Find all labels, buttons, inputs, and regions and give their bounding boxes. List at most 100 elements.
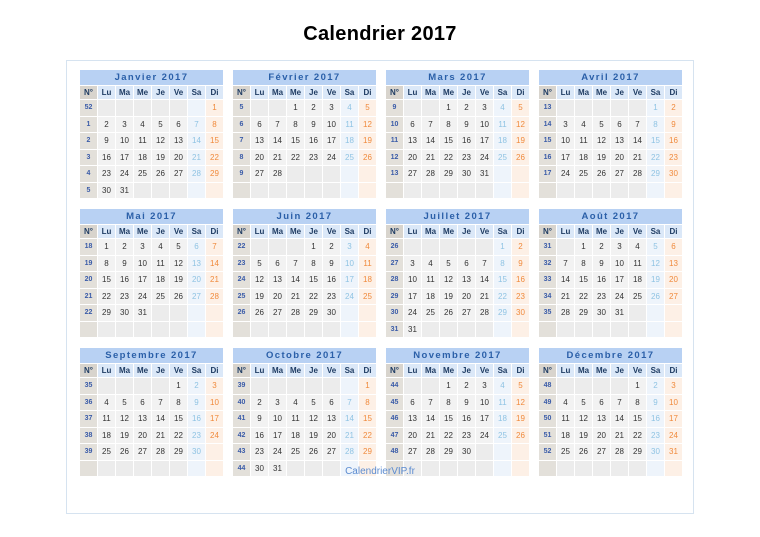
day-cell[interactable]: 19	[439, 287, 458, 305]
day-cell[interactable]: 7	[421, 115, 440, 133]
day-cell[interactable]: 4	[556, 393, 575, 411]
day-cell[interactable]: 29	[97, 304, 116, 322]
day-cell[interactable]: 6	[187, 238, 206, 256]
day-cell[interactable]: 20	[133, 426, 152, 444]
day-cell[interactable]: 22	[628, 426, 647, 444]
day-cell[interactable]: 14	[151, 410, 170, 428]
day-cell[interactable]: 1	[286, 99, 305, 117]
day-cell[interactable]: 12	[439, 271, 458, 289]
day-cell[interactable]: 9	[250, 410, 269, 428]
day-cell[interactable]: 20	[250, 148, 269, 166]
day-cell[interactable]: 21	[187, 148, 206, 166]
day-cell[interactable]: 5	[358, 99, 377, 117]
day-cell[interactable]: 4	[493, 99, 512, 117]
day-cell[interactable]: 27	[457, 304, 476, 322]
day-cell[interactable]: 7	[340, 393, 359, 411]
day-cell[interactable]: 17	[322, 132, 341, 150]
day-cell[interactable]: 2	[457, 377, 476, 395]
day-cell[interactable]: 20	[610, 148, 629, 166]
day-cell[interactable]: 27	[403, 443, 422, 461]
day-cell[interactable]: 22	[205, 148, 224, 166]
day-cell[interactable]: 21	[475, 287, 494, 305]
calendriervip-link[interactable]: CalendrierVIP.fr	[67, 466, 693, 477]
day-cell[interactable]: 5	[511, 377, 530, 395]
day-cell[interactable]: 28	[556, 304, 575, 322]
day-cell[interactable]: 11	[358, 254, 377, 272]
day-cell[interactable]: 2	[187, 377, 206, 395]
day-cell[interactable]: 27	[322, 443, 341, 461]
day-cell[interactable]: 3	[133, 238, 152, 256]
day-cell[interactable]: 30	[646, 443, 665, 461]
day-cell[interactable]: 24	[556, 165, 575, 183]
day-cell[interactable]: 13	[664, 254, 683, 272]
day-cell[interactable]: 6	[133, 393, 152, 411]
day-cell[interactable]: 13	[403, 410, 422, 428]
day-cell[interactable]: 10	[340, 254, 359, 272]
day-cell[interactable]: 3	[268, 393, 287, 411]
day-cell[interactable]: 10	[664, 393, 683, 411]
day-cell[interactable]: 25	[358, 287, 377, 305]
day-cell[interactable]: 15	[628, 410, 647, 428]
day-cell[interactable]: 11	[286, 410, 305, 428]
day-cell[interactable]: 18	[151, 271, 170, 289]
day-cell[interactable]: 3	[664, 377, 683, 395]
day-cell[interactable]: 11	[493, 115, 512, 133]
day-cell[interactable]: 16	[322, 271, 341, 289]
day-cell[interactable]: 22	[97, 287, 116, 305]
day-cell[interactable]: 20	[268, 287, 287, 305]
day-cell[interactable]: 31	[133, 304, 152, 322]
day-cell[interactable]: 16	[457, 132, 476, 150]
day-cell[interactable]: 28	[628, 165, 647, 183]
day-cell[interactable]: 26	[439, 304, 458, 322]
day-cell[interactable]: 14	[205, 254, 224, 272]
day-cell[interactable]: 17	[133, 271, 152, 289]
day-cell[interactable]: 2	[322, 238, 341, 256]
day-cell[interactable]: 15	[205, 132, 224, 150]
day-cell[interactable]: 15	[646, 132, 665, 150]
day-cell[interactable]: 16	[646, 410, 665, 428]
day-cell[interactable]: 8	[439, 393, 458, 411]
day-cell[interactable]: 21	[151, 426, 170, 444]
day-cell[interactable]: 17	[475, 132, 494, 150]
day-cell[interactable]: 13	[322, 410, 341, 428]
day-cell[interactable]: 11	[574, 132, 593, 150]
day-cell[interactable]: 13	[169, 132, 188, 150]
day-cell[interactable]: 26	[646, 287, 665, 305]
day-cell[interactable]: 2	[664, 99, 683, 117]
day-cell[interactable]: 19	[511, 132, 530, 150]
day-cell[interactable]: 18	[340, 132, 359, 150]
day-cell[interactable]: 9	[187, 393, 206, 411]
day-cell[interactable]: 8	[304, 254, 323, 272]
day-cell[interactable]: 10	[610, 254, 629, 272]
day-cell[interactable]: 16	[304, 132, 323, 150]
day-cell[interactable]: 14	[475, 271, 494, 289]
day-cell[interactable]: 15	[439, 132, 458, 150]
day-cell[interactable]: 5	[574, 393, 593, 411]
day-cell[interactable]: 15	[169, 410, 188, 428]
day-cell[interactable]: 7	[268, 115, 287, 133]
day-cell[interactable]: 26	[169, 287, 188, 305]
day-cell[interactable]: 13	[133, 410, 152, 428]
day-cell[interactable]: 20	[457, 287, 476, 305]
day-cell[interactable]: 9	[322, 254, 341, 272]
day-cell[interactable]: 4	[286, 393, 305, 411]
day-cell[interactable]: 21	[628, 148, 647, 166]
day-cell[interactable]: 9	[592, 254, 611, 272]
day-cell[interactable]: 28	[286, 304, 305, 322]
day-cell[interactable]: 29	[358, 443, 377, 461]
day-cell[interactable]: 14	[187, 132, 206, 150]
day-cell[interactable]: 11	[97, 410, 116, 428]
day-cell[interactable]: 9	[646, 393, 665, 411]
day-cell[interactable]: 6	[169, 115, 188, 133]
day-cell[interactable]: 24	[475, 148, 494, 166]
day-cell[interactable]: 29	[169, 443, 188, 461]
day-cell[interactable]: 2	[457, 99, 476, 117]
day-cell[interactable]: 18	[97, 426, 116, 444]
day-cell[interactable]: 18	[628, 271, 647, 289]
day-cell[interactable]: 12	[646, 254, 665, 272]
day-cell[interactable]: 23	[250, 443, 269, 461]
day-cell[interactable]: 10	[133, 254, 152, 272]
day-cell[interactable]: 23	[97, 165, 116, 183]
day-cell[interactable]: 28	[268, 165, 287, 183]
day-cell[interactable]: 24	[403, 304, 422, 322]
